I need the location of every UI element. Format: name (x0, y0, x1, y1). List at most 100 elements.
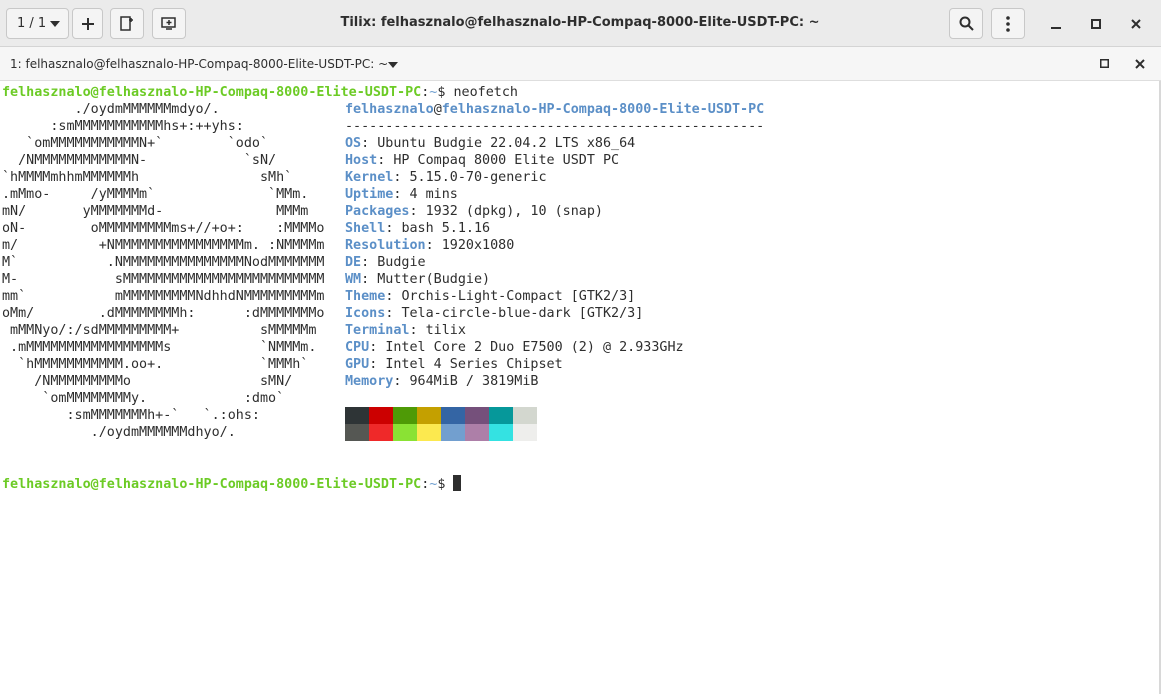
add-session-button[interactable] (152, 8, 186, 39)
info-value: HP Compaq 8000 Elite USDT PC (393, 153, 620, 168)
tilix-window: 1 / 1 Tilix: felhasznalo@felhasznalo-HP-… (0, 0, 1161, 694)
palette-swatch (513, 424, 537, 441)
info-row: Uptime: 4 mins (345, 186, 458, 203)
logo-line: `hMMMMmhhmMMMMMMh sMh` (2, 170, 293, 185)
info-value: Intel Core 2 Duo E7500 (2) @ 2.933GHz (385, 340, 684, 355)
logo-line: mMMNyo/:/sdMMMMMMMMM+ sMMMMMm (2, 323, 317, 338)
maximize-icon (1091, 19, 1101, 29)
info-value: bash 5.1.16 (401, 221, 491, 236)
info-row: Packages: 1932 (dpkg), 10 (snap) (345, 203, 603, 220)
info-row: Icons: Tela-circle-blue-dark [GTK2/3] (345, 305, 643, 322)
add-session-icon (161, 16, 176, 30)
info-value: tilix (425, 323, 466, 338)
info-sep: : (385, 289, 402, 304)
info-key: Kernel (345, 170, 394, 185)
info-sep: : (377, 153, 394, 168)
info-sep: : (425, 238, 442, 253)
headerbar: 1 / 1 Tilix: felhasznalo@felhasznalo-HP-… (0, 0, 1161, 47)
new-session-button[interactable] (72, 8, 103, 39)
info-key: Memory (345, 374, 394, 389)
session-indicator: 1 / 1 (17, 16, 47, 31)
palette-swatch (441, 407, 465, 424)
plus-icon (81, 17, 94, 30)
palette-swatch (345, 407, 369, 424)
prompt-user-host: felhasznalo@felhasznalo-HP-Compaq-8000-E… (2, 477, 422, 492)
info-value: 4 mins (409, 187, 458, 202)
info-key: Host (345, 153, 378, 168)
info-sep: : (393, 187, 410, 202)
add-terminal-icon (120, 16, 133, 31)
logo-line: oN- oMMMMMMMMMms+//+o+: :MMMMo (2, 221, 325, 236)
palette-swatch (465, 424, 489, 441)
search-icon (959, 16, 974, 31)
palette-dark (345, 407, 537, 424)
info-sep: : (361, 136, 378, 151)
maximize-terminal-icon[interactable] (1100, 59, 1109, 68)
info-key: Resolution (345, 238, 426, 253)
terminal-title[interactable]: 1: felhasznalo@felhasznalo-HP-Compaq-800… (10, 57, 388, 71)
info-row: Terminal: tilix (345, 322, 466, 339)
logo-line: /NMMMMMMMMMo sMN/ (2, 374, 293, 389)
info-value: Orchis-Light-Compact [GTK2/3] (401, 289, 636, 304)
logo-line: .mMmo- /yMMMMm` `MMm. (2, 187, 309, 202)
logo-line: `omMMMMMMMMy. :dmo` (2, 391, 285, 406)
info-key: GPU (345, 357, 370, 372)
info-sep: : (393, 170, 410, 185)
command-line: felhasznalo@felhasznalo-HP-Compaq-8000-E… (2, 84, 518, 101)
palette-swatch (345, 424, 369, 441)
info-sep: : (409, 323, 426, 338)
info-sep: : (369, 357, 386, 372)
chevron-down-icon[interactable] (388, 62, 398, 68)
minimize-button[interactable] (1044, 12, 1068, 36)
palette-swatch (417, 407, 441, 424)
window-title: Tilix: felhasznalo@felhasznalo-HP-Compaq… (340, 15, 820, 30)
logo-line: M` .NMMMMMMMMMMMMMMMNodMMMMMMM (2, 255, 325, 270)
info-value: Tela-circle-blue-dark [GTK2/3] (401, 306, 644, 321)
menu-button[interactable] (991, 8, 1025, 39)
info-key: Shell (345, 221, 386, 236)
palette-swatch (369, 424, 393, 441)
info-key: Terminal (345, 323, 410, 338)
info-value: Budgie (377, 255, 426, 270)
info-value: 1932 (dpkg), 10 (snap) (425, 204, 603, 219)
logo-line: mm` mMMMMMMMMMNdhhdNMMMMMMMMMm (2, 289, 325, 304)
info-value: Mutter(Budgie) (377, 272, 491, 287)
maximize-button[interactable] (1084, 12, 1108, 36)
search-button[interactable] (949, 8, 983, 39)
info-row: Memory: 964MiB / 3819MiB (345, 373, 539, 390)
logo-line: m/ +NMMMMMMMMMMMMMMMMm. :NMMMMm (2, 238, 325, 253)
info-sep: : (393, 374, 410, 389)
info-sep: : (409, 204, 426, 219)
info-row: WM: Mutter(Budgie) (345, 271, 490, 288)
info-row: CPU: Intel Core 2 Duo E7500 (2) @ 2.933G… (345, 339, 684, 356)
terminal-area[interactable]: felhasznalo@felhasznalo-HP-Compaq-8000-E… (0, 81, 1161, 694)
info-value: 1920x1080 (441, 238, 515, 253)
info-key: CPU (345, 340, 370, 355)
info-key: OS (345, 136, 362, 151)
logo-line: :smMMMMMMMh+-` `.:ohs: (2, 408, 260, 423)
info-row: Resolution: 1920x1080 (345, 237, 514, 254)
logo-line: :smMMMMMMMMMMMhs+:++yhs: (2, 119, 244, 134)
info-key: Icons (345, 306, 386, 321)
logo-line: `omMMMMMMMMMMMN+` `odo` (2, 136, 269, 151)
header-host: felhasznalo-HP-Compaq-8000-Elite-USDT-PC (441, 102, 765, 117)
close-terminal-icon[interactable] (1135, 59, 1145, 69)
command-text: neofetch (445, 85, 518, 100)
palette-bright (345, 424, 537, 441)
terminal-cursor (453, 475, 462, 491)
palette-swatch (393, 424, 417, 441)
info-row: GPU: Intel 4 Series Chipset (345, 356, 563, 373)
header-at: @ (433, 102, 442, 117)
logo-line: /NMMMMMMMMMMMMN- `sN/ (2, 153, 277, 168)
terminal-titlebar: 1: felhasznalo@felhasznalo-HP-Compaq-800… (0, 47, 1161, 81)
close-button[interactable] (1124, 12, 1148, 36)
neofetch-separator: ----------------------------------------… (345, 119, 765, 134)
info-row: Host: HP Compaq 8000 Elite USDT PC (345, 152, 619, 169)
palette-swatch (489, 407, 513, 424)
session-switcher-button[interactable]: 1 / 1 (6, 8, 69, 39)
add-terminal-button[interactable] (110, 8, 144, 39)
info-key: Uptime (345, 187, 394, 202)
logo-line: mN/ yMMMMMMMd- MMMm (2, 204, 309, 219)
logo-line: .mMMMMMMMMMMMMMMMMMs `NMMMm. (2, 340, 317, 355)
logo-line: ./oydmMMMMMMdhyo/. (2, 425, 236, 440)
